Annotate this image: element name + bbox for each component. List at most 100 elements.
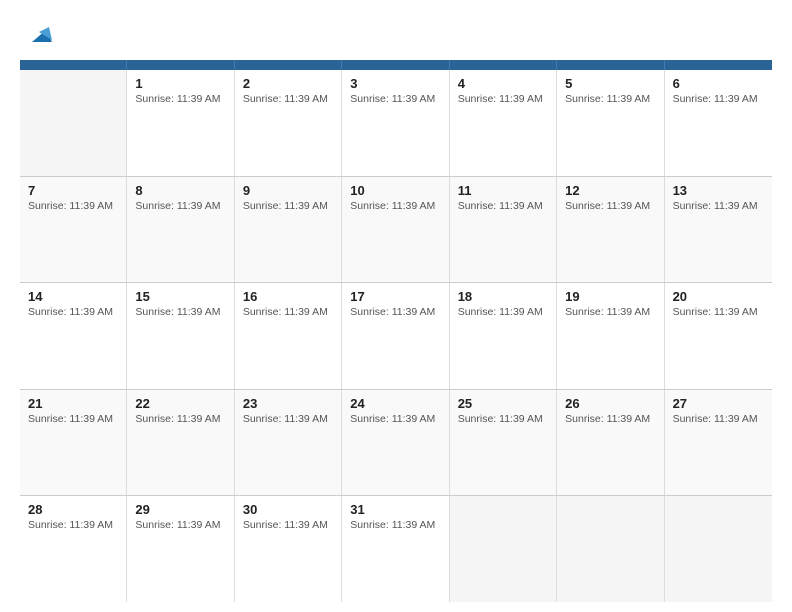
week-row-2: 14Sunrise: 11:39 AM15Sunrise: 11:39 AM16… xyxy=(20,283,772,390)
cal-cell: 19Sunrise: 11:39 AM xyxy=(557,283,664,389)
day-number: 13 xyxy=(673,183,764,198)
day-number: 15 xyxy=(135,289,225,304)
cal-cell: 1 Sunrise: 11:39 AM xyxy=(127,70,234,176)
calendar-header xyxy=(20,60,772,70)
header-sunday xyxy=(20,60,127,70)
header-tuesday xyxy=(235,60,342,70)
logo xyxy=(20,22,54,52)
day-number: 30 xyxy=(243,502,333,517)
day-number: 24 xyxy=(350,396,440,411)
cal-cell: 24 Sunrise: 11:39 AM xyxy=(342,390,449,496)
day-number: 23 xyxy=(243,396,333,411)
day-number: 11 xyxy=(458,183,548,198)
cal-cell xyxy=(557,496,664,602)
day-number: 8 xyxy=(135,183,225,198)
week-row-1: 7Sunrise: 11:39 AM8Sunrise: 11:39 AM9Sun… xyxy=(20,177,772,284)
cal-cell: 17 Sunrise: 11:39 AM xyxy=(342,283,449,389)
cal-cell: 31 Sunrise: 11:39 AM xyxy=(342,496,449,602)
week-row-3: 21Sunrise: 11:39 AM22Sunrise: 11:39 AM23… xyxy=(20,390,772,497)
day-number: 25 xyxy=(458,396,548,411)
sunrise-time: Sunrise: 11:39 AM xyxy=(673,93,764,105)
cal-cell xyxy=(450,496,557,602)
sunrise-time: Sunrise: 11:39 AM xyxy=(458,93,548,105)
sunrise-time: Sunrise: 11:39 AM xyxy=(350,519,440,531)
cal-cell: 15 Sunrise: 11:39 AM xyxy=(127,283,234,389)
cal-cell: 30Sunrise: 11:39 AM xyxy=(235,496,342,602)
calendar-body: 1Sunrise: 11:39 AM2Sunrise: 11:39 AM3Sun… xyxy=(20,70,772,602)
cal-cell: 9Sunrise: 11:39 AM xyxy=(235,177,342,283)
day-number: 19 xyxy=(565,289,655,304)
sunrise-time: Sunrise: 11:39 AM xyxy=(673,200,764,212)
logo-icon xyxy=(24,22,54,52)
day-number: 26 xyxy=(565,396,655,411)
sunrise-time: Sunrise: 11:39 AM xyxy=(565,413,655,425)
day-number: 1 xyxy=(135,76,225,91)
sunrise-time: Sunrise: 11:39 AM xyxy=(243,413,333,425)
sunrise-time: Sunrise: 11:39 AM xyxy=(28,413,118,425)
day-number: 22 xyxy=(135,396,225,411)
day-number: 5 xyxy=(565,76,655,91)
sunrise-time: Sunrise: 11:39 AM xyxy=(350,93,440,105)
sunrise-time: Sunrise: 11:39 AM xyxy=(458,413,548,425)
day-number: 28 xyxy=(28,502,118,517)
cal-cell: 13 Sunrise: 11:39 AM xyxy=(665,177,772,283)
sunrise-time: Sunrise: 11:39 AM xyxy=(458,306,548,318)
week-row-4: 28 Sunrise: 11:39 AM 29 Sunrise: 11:39 AM 30… xyxy=(20,496,772,602)
sunrise-time: Sunrise: 11:39 AM xyxy=(350,306,440,318)
day-number: 29 xyxy=(135,502,225,517)
sunrise-time: Sunrise: 11:39 AM xyxy=(135,306,225,318)
sunrise-time: Sunrise: 11:39 AM xyxy=(243,93,333,105)
day-number: 17 xyxy=(350,289,440,304)
cal-cell: 7Sunrise: 11:39 AM xyxy=(20,177,127,283)
sunrise-time: Sunrise: 11:39 AM xyxy=(135,413,225,425)
day-number: 18 xyxy=(458,289,548,304)
cal-cell xyxy=(665,496,772,602)
sunrise-time: Sunrise: 11:39 AM xyxy=(565,200,655,212)
cal-cell xyxy=(20,70,127,176)
cal-cell: 10 Sunrise: 11:39 AM xyxy=(342,177,449,283)
cal-cell: 3Sunrise: 11:39 AM xyxy=(342,70,449,176)
day-number: 14 xyxy=(28,289,118,304)
header-friday xyxy=(557,60,664,70)
cal-cell: 28 Sunrise: 11:39 AM xyxy=(20,496,127,602)
sunrise-time: Sunrise: 11:39 AM xyxy=(243,306,333,318)
cal-cell: 6Sunrise: 11:39 AM xyxy=(665,70,772,176)
cal-cell: 22 Sunrise: 11:39 AM xyxy=(127,390,234,496)
day-number: 20 xyxy=(673,289,764,304)
cal-cell: 23 Sunrise: 11:39 AM xyxy=(235,390,342,496)
sunrise-time: Sunrise: 11:39 AM xyxy=(135,519,225,531)
sunrise-time: Sunrise: 11:39 AM xyxy=(350,413,440,425)
sunrise-time: Sunrise: 11:39 AM xyxy=(350,200,440,212)
cal-cell: 27 Sunrise: 11:39 AM xyxy=(665,390,772,496)
header-thursday xyxy=(450,60,557,70)
sunrise-time: Sunrise: 11:39 AM xyxy=(28,519,118,531)
cal-cell: 25 Sunrise: 11:39 AM xyxy=(450,390,557,496)
day-number: 12 xyxy=(565,183,655,198)
cal-cell: 2 Sunrise: 11:39 AM xyxy=(235,70,342,176)
cal-cell: 12 Sunrise: 11:39 AM xyxy=(557,177,664,283)
header-saturday xyxy=(665,60,772,70)
day-number: 21 xyxy=(28,396,118,411)
calendar: 1Sunrise: 11:39 AM2Sunrise: 11:39 AM3Sun… xyxy=(20,60,772,602)
cal-cell: 11 Sunrise: 11:39 AM xyxy=(450,177,557,283)
sunrise-time: Sunrise: 11:39 AM xyxy=(28,200,118,212)
page: 1Sunrise: 11:39 AM2Sunrise: 11:39 AM3Sun… xyxy=(0,0,792,612)
sunrise-time: Sunrise: 11:39 AM xyxy=(565,93,655,105)
day-number: 31 xyxy=(350,502,440,517)
sunrise-time: Sunrise: 11:39 AM xyxy=(673,413,764,425)
week-row-0: 1Sunrise: 11:39 AM2Sunrise: 11:39 AM3Sun… xyxy=(20,70,772,177)
sunrise-time: Sunrise: 11:39 AM xyxy=(135,93,225,105)
cal-cell: 20Sunrise: 11:39 AM xyxy=(665,283,772,389)
cal-cell: 4Sunrise: 11:39 AM xyxy=(450,70,557,176)
cal-cell: 5 Sunrise: 11:39 AM xyxy=(557,70,664,176)
day-number: 27 xyxy=(673,396,764,411)
cal-cell: 26 Sunrise: 11:39 AM xyxy=(557,390,664,496)
day-number: 2 xyxy=(243,76,333,91)
sunrise-time: Sunrise: 11:39 AM xyxy=(458,200,548,212)
cal-cell: 16 Sunrise: 11:39 AM xyxy=(235,283,342,389)
day-number: 10 xyxy=(350,183,440,198)
header-wednesday xyxy=(342,60,449,70)
day-number: 9 xyxy=(243,183,333,198)
day-number: 16 xyxy=(243,289,333,304)
cal-cell: 29 Sunrise: 11:39 AM xyxy=(127,496,234,602)
